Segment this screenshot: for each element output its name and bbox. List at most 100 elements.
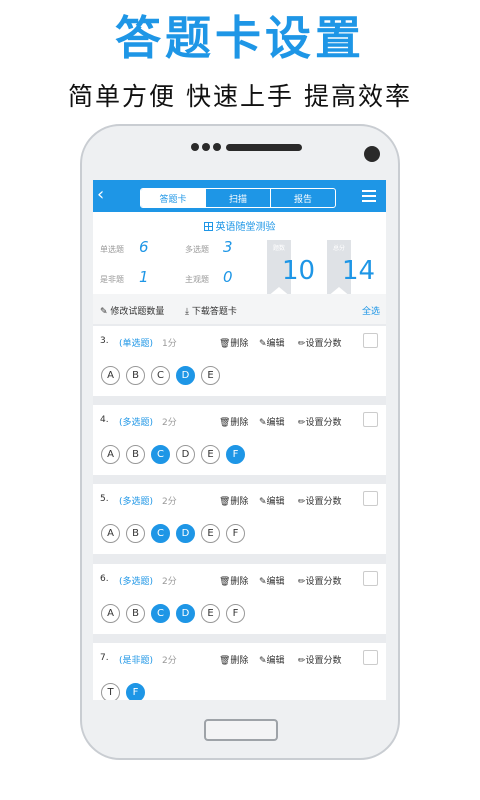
back-icon[interactable]: ‹ <box>97 184 104 206</box>
option-bubble[interactable]: F <box>226 604 245 623</box>
question-number: 6. <box>100 574 109 584</box>
tab-scan[interactable]: 扫描 <box>206 189 271 207</box>
edit-button[interactable]: ✎编辑 <box>259 494 285 507</box>
question-checkbox[interactable] <box>363 650 378 665</box>
edit-button[interactable]: ✎编辑 <box>259 336 285 349</box>
stat-subjective-label: 主观题 <box>185 275 209 284</box>
set-score-button[interactable]: ✏设置分数 <box>298 653 342 666</box>
delete-button[interactable]: 🗑删除 <box>219 336 248 349</box>
option-bubble[interactable]: A <box>101 524 120 543</box>
grid-icon <box>203 222 213 231</box>
stat-subjective-value: 0 <box>223 268 233 286</box>
question-number: 7. <box>100 653 109 663</box>
question-number: 5. <box>100 494 109 504</box>
option-bubble[interactable]: F <box>126 683 145 700</box>
option-bubble[interactable]: E <box>201 445 220 464</box>
nav-bar: ‹ 答题卡 扫描 报告 <box>93 180 386 212</box>
delete-button[interactable]: 🗑删除 <box>219 415 248 428</box>
option-bubble[interactable]: F <box>226 445 245 464</box>
question-number: 4. <box>100 415 109 425</box>
option-bubble[interactable]: D <box>176 366 195 385</box>
question-card: 6. (多选题) 2分 🗑删除 ✎编辑 ✏设置分数 A B C D E F <box>93 564 386 634</box>
camera-icon <box>364 146 380 162</box>
option-bubble[interactable]: T <box>101 683 120 700</box>
option-bubble[interactable]: B <box>126 366 145 385</box>
question-score: 2分 <box>162 577 177 587</box>
question-type: (多选题) <box>119 497 154 507</box>
stat-tf-value: 1 <box>139 268 149 286</box>
set-score-button[interactable]: ✏设置分数 <box>298 415 342 428</box>
question-score: 2分 <box>162 656 177 666</box>
question-card: 3. (单选题) 1分 🗑删除 ✎编辑 ✏设置分数 A B C D E <box>93 326 386 396</box>
set-score-button[interactable]: ✏设置分数 <box>298 494 342 507</box>
option-bubble[interactable]: E <box>201 604 220 623</box>
menu-icon[interactable] <box>362 190 376 205</box>
stat-multi-label: 多选题 <box>185 245 209 254</box>
question-score: 2分 <box>162 497 177 507</box>
option-row: ABCDEF <box>101 524 245 543</box>
edit-button[interactable]: ✎编辑 <box>259 653 285 666</box>
question-type: (多选题) <box>119 418 154 428</box>
option-bubble[interactable]: F <box>226 524 245 543</box>
edit-button[interactable]: ✎编辑 <box>259 415 285 428</box>
option-bubble[interactable]: D <box>176 604 195 623</box>
option-row: TF <box>101 683 145 700</box>
stat-single-value: 6 <box>139 238 149 256</box>
option-bubble[interactable]: A <box>101 445 120 464</box>
option-bubble[interactable]: A <box>101 366 120 385</box>
quiz-info-panel: 英语随堂测验 单选题 6 多选题 3 是非题 1 主观题 0 题数 总分 10 … <box>93 212 386 297</box>
quiz-title-text: 英语随堂测验 <box>215 222 276 233</box>
stat-multi-value: 3 <box>223 238 233 256</box>
question-checkbox[interactable] <box>363 491 378 506</box>
question-number: 3. <box>100 336 109 346</box>
stat-tf-label: 是非题 <box>100 275 124 284</box>
option-bubble[interactable]: E <box>201 524 220 543</box>
question-count-number: 10 <box>282 256 316 286</box>
edit-button[interactable]: ✎编辑 <box>259 574 285 587</box>
option-bubble[interactable]: C <box>151 604 170 623</box>
download-card-button[interactable]: ⤓ 下载答题卡 <box>185 304 237 317</box>
question-score: 1分 <box>162 339 177 349</box>
option-bubble[interactable]: B <box>126 604 145 623</box>
question-card: 5. (多选题) 2分 🗑删除 ✎编辑 ✏设置分数 A B C D E F <box>93 484 386 554</box>
select-all-button[interactable]: 全选 <box>362 304 380 317</box>
question-checkbox[interactable] <box>363 333 378 348</box>
option-bubble[interactable]: C <box>151 524 170 543</box>
question-card: 4. (多选题) 2分 🗑删除 ✎编辑 ✏设置分数 A B C D E F <box>93 405 386 475</box>
hero-subtitle: 简单方便 快速上手 提高效率 <box>68 82 412 111</box>
option-row: ABCDEF <box>101 445 245 464</box>
option-row: ABCDE <box>101 366 220 385</box>
phone-speaker <box>191 143 302 151</box>
stat-single-label: 单选题 <box>100 245 124 254</box>
hero-title: 答题卡设置 <box>115 11 365 65</box>
question-score: 2分 <box>162 418 177 428</box>
question-type: (是非题) <box>119 656 154 666</box>
modify-count-button[interactable]: ✎ 修改试题数量 <box>100 304 164 317</box>
tab-report[interactable]: 报告 <box>271 189 335 207</box>
option-bubble[interactable]: A <box>101 604 120 623</box>
option-bubble[interactable]: D <box>176 445 195 464</box>
set-score-button[interactable]: ✏设置分数 <box>298 574 342 587</box>
option-bubble[interactable]: C <box>151 366 170 385</box>
set-score-button[interactable]: ✏设置分数 <box>298 336 342 349</box>
question-checkbox[interactable] <box>363 571 378 586</box>
delete-button[interactable]: 🗑删除 <box>219 574 248 587</box>
option-bubble[interactable]: E <box>201 366 220 385</box>
home-button[interactable] <box>204 719 278 741</box>
option-row: ABCDEF <box>101 604 245 623</box>
question-type: (单选题) <box>119 339 154 349</box>
option-bubble[interactable]: C <box>151 445 170 464</box>
app-screen: ‹ 答题卡 扫描 报告 英语随堂测验 单选题 6 多选题 3 是非题 1 主观题… <box>93 180 386 700</box>
tab-answer-card[interactable]: 答题卡 <box>141 189 206 207</box>
delete-button[interactable]: 🗑删除 <box>219 494 248 507</box>
question-type: (多选题) <box>119 577 154 587</box>
option-bubble[interactable]: B <box>126 524 145 543</box>
option-bubble[interactable]: D <box>176 524 195 543</box>
option-bubble[interactable]: B <box>126 445 145 464</box>
question-checkbox[interactable] <box>363 412 378 427</box>
action-bar: ✎ 修改试题数量 ⤓ 下载答题卡 全选 <box>93 294 386 324</box>
quiz-title: 英语随堂测验 <box>93 218 386 233</box>
delete-button[interactable]: 🗑删除 <box>219 653 248 666</box>
tab-bar: 答题卡 扫描 报告 <box>140 188 336 208</box>
total-score-number: 14 <box>342 256 376 286</box>
